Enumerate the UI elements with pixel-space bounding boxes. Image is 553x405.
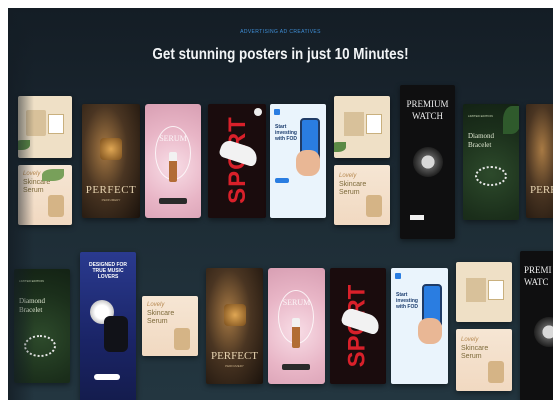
poster-jewelry-promo-2[interactable] bbox=[334, 96, 390, 158]
poster-title: PERFECT bbox=[85, 184, 137, 196]
headphones-image bbox=[104, 316, 128, 352]
logo-dot bbox=[254, 108, 262, 116]
poster-title: Skincare bbox=[461, 345, 489, 352]
poster-title: Skincare bbox=[339, 181, 367, 188]
poster-skincare-3[interactable]: Lovely Skincare Serum bbox=[142, 296, 198, 356]
page-frame: ADVERTISING AD CREATIVES Get stunning po… bbox=[8, 8, 553, 400]
poster-serum-pink-2[interactable]: SERUM bbox=[268, 268, 325, 384]
poster-perfume-gold[interactable]: PERFECT PERFUMERY bbox=[82, 104, 140, 218]
poster-premium-watch[interactable]: PREMIUM WATCH bbox=[400, 85, 455, 239]
poster-subtitle: WATC bbox=[524, 277, 549, 287]
poster-jewelry-promo-3[interactable] bbox=[456, 262, 512, 322]
poster-title: PREMIUM bbox=[406, 99, 449, 109]
poster-skincare-2[interactable]: Lovely Skincare Serum bbox=[334, 165, 390, 225]
poster-title: Start investing with FOD bbox=[396, 292, 418, 310]
poster-sport-shoe[interactable]: SPORT bbox=[208, 104, 266, 218]
poster-script: Lovely bbox=[461, 337, 479, 343]
poster-title: PERFECT bbox=[210, 350, 259, 362]
poster-title: PREMI bbox=[524, 265, 552, 275]
poster-script: Lovely bbox=[339, 173, 357, 179]
poster-subtitle: Serum bbox=[461, 353, 482, 360]
poster-investing-app[interactable]: Start investing with FOD bbox=[270, 104, 326, 218]
poster-subtitle: WATCH bbox=[412, 111, 443, 121]
poster-title: Diamond bbox=[468, 132, 495, 140]
perfume-bottle bbox=[100, 138, 122, 160]
poster-investing-app-2[interactable]: Start investing with FOD bbox=[391, 268, 448, 384]
left-edge-fade bbox=[8, 8, 34, 400]
poster-title: Start investing with FOD bbox=[275, 124, 297, 142]
bracelet-image bbox=[475, 166, 507, 186]
poster-sport-shoe-2[interactable]: SPORT bbox=[330, 268, 386, 384]
poster-diamond-bracelet[interactable]: LIMITED EDITION Diamond Bracelet bbox=[463, 104, 519, 220]
hero-kicker: ADVERTISING AD CREATIVES bbox=[240, 29, 321, 35]
hero-headline: Get stunning posters in just 10 Minutes! bbox=[152, 46, 409, 63]
poster-perfume-gold-2[interactable]: PERFECT PERFUMERY bbox=[206, 268, 263, 384]
hand-image bbox=[296, 150, 320, 176]
bottle-image bbox=[48, 195, 64, 217]
shop-button bbox=[159, 198, 187, 204]
poster-subtitle: Serum bbox=[339, 189, 360, 196]
poster-subtitle: PERFUMERY bbox=[225, 364, 244, 368]
serum-bottle bbox=[169, 152, 177, 182]
watch-image bbox=[413, 147, 443, 177]
poster-subtitle: Serum bbox=[147, 318, 168, 325]
poster-perfume-partial[interactable]: PERFECT bbox=[526, 104, 553, 218]
poster-title: PERFECT bbox=[530, 184, 553, 196]
poster-headphones[interactable]: DESIGNED FOR TRUE MUSIC LOVERS bbox=[80, 252, 136, 400]
poster-subtitle: PERFUMERY bbox=[101, 198, 121, 202]
poster-title: DESIGNED FOR TRUE MUSIC LOVERS bbox=[88, 262, 128, 280]
poster-premium-watch-partial[interactable]: PREMI WATC bbox=[520, 251, 553, 400]
poster-title: Skincare bbox=[147, 310, 175, 317]
poster-kicker: LIMITED EDITION bbox=[468, 114, 493, 118]
price-tag bbox=[48, 114, 64, 134]
poster-script: Lovely bbox=[147, 302, 165, 308]
poster-subtitle: Bracelet bbox=[468, 141, 492, 149]
poster-skincare-4[interactable]: Lovely Skincare Serum bbox=[456, 329, 512, 391]
poster-serum-pink[interactable]: SERUM bbox=[145, 104, 201, 218]
